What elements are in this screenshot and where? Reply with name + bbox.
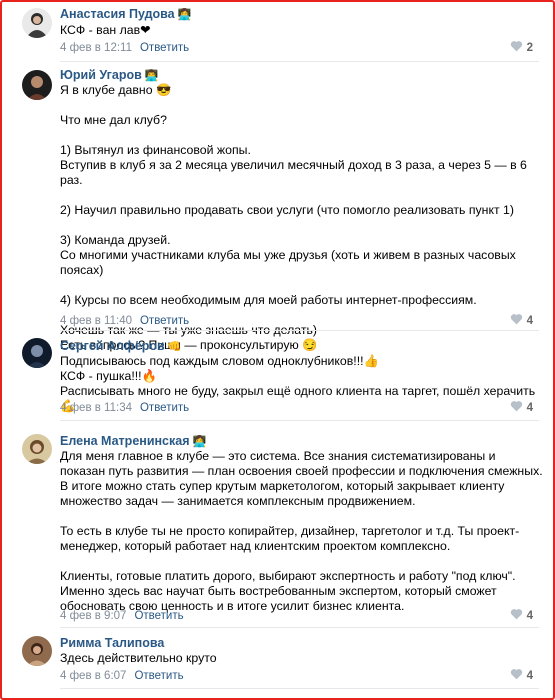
comments-panel: Анастасия Пудова 👩‍💻 КСФ - ван лав❤ 4 фев… xyxy=(0,0,555,700)
divider xyxy=(60,627,539,628)
divider xyxy=(60,330,539,331)
comment-text: Здесь действительно круто xyxy=(60,651,217,665)
comment-meta: 4 фев в 11:34 Ответить xyxy=(60,401,189,415)
like-button[interactable]: 4 xyxy=(510,668,533,683)
divider xyxy=(60,420,539,421)
author-name[interactable]: Юрий Угаров 👨‍💻 xyxy=(60,67,158,84)
reply-link[interactable]: Ответить xyxy=(134,610,183,622)
comment-date[interactable]: 4 фев в 12:11 xyxy=(60,42,132,54)
comment-text: КСФ - ван лав❤ xyxy=(60,23,151,37)
like-button[interactable]: 4 xyxy=(510,608,533,623)
like-count: 4 xyxy=(526,609,533,622)
author-emoji: 👨‍💻 xyxy=(144,70,159,82)
heart-icon xyxy=(510,40,523,55)
comment-date[interactable]: 4 фев в 11:34 xyxy=(60,402,132,414)
divider xyxy=(60,61,539,62)
comment-item: Юрий Угаров 👨‍💻 Я в клубе давно 😎 Что мне… xyxy=(2,64,553,352)
comment-date[interactable]: 4 фев в 11:40 xyxy=(60,315,132,327)
author-name[interactable]: Анастасия Пудова 👩‍💻 xyxy=(60,6,191,23)
like-count: 4 xyxy=(526,669,533,682)
comment-item: Анастасия Пудова 👩‍💻 КСФ - ван лав❤ 4 фев… xyxy=(2,2,553,64)
heart-icon xyxy=(510,668,523,683)
avatar[interactable] xyxy=(22,8,52,38)
comment-item: Римма Талипова Здесь действительно круто… xyxy=(2,632,553,698)
comment-meta: 4 фев в 11:40 Ответить xyxy=(60,314,189,328)
reply-link[interactable]: Ответить xyxy=(134,670,183,682)
like-count: 2 xyxy=(526,41,533,54)
author-emoji: 👩‍💻 xyxy=(192,436,207,448)
heart-icon xyxy=(510,313,523,328)
author-emoji: 👊 xyxy=(167,341,182,353)
author-name[interactable]: Сергей Алфёров 👊 xyxy=(60,338,181,355)
reply-link[interactable]: Ответить xyxy=(140,42,189,54)
comment-item: Сергей Алфёров 👊 Подписываюсь под каждым … xyxy=(2,334,553,426)
comment-date[interactable]: 4 фев в 9:07 xyxy=(60,610,126,622)
avatar[interactable] xyxy=(22,434,52,464)
author-name[interactable]: Елена Матренинская 👩‍💻 xyxy=(60,433,206,450)
divider xyxy=(60,688,539,689)
like-count: 4 xyxy=(526,314,533,327)
reply-link[interactable]: Ответить xyxy=(140,315,189,327)
comment-meta: 4 фев в 6:07 Ответить xyxy=(60,669,184,683)
avatar[interactable] xyxy=(22,70,52,100)
avatar[interactable] xyxy=(22,636,52,666)
like-count: 4 xyxy=(526,401,533,414)
author-emoji: 👩‍💻 xyxy=(177,9,192,21)
comment-meta: 4 фев в 12:11 Ответить xyxy=(60,41,189,55)
comment-date[interactable]: 4 фев в 6:07 xyxy=(60,670,126,682)
comment-text: Я в клубе давно 😎 Что мне дал клуб? 1) В… xyxy=(60,83,527,352)
comment-item: Елена Матренинская 👩‍💻 Для меня главное в… xyxy=(2,430,553,630)
comment-meta: 4 фев в 9:07 Ответить xyxy=(60,609,184,623)
heart-icon xyxy=(510,608,523,623)
like-button[interactable]: 2 xyxy=(510,40,533,55)
author-name[interactable]: Римма Талипова xyxy=(60,635,167,652)
heart-icon xyxy=(510,400,523,415)
like-button[interactable]: 4 xyxy=(510,313,533,328)
comment-text: Для меня главное в клубе — это система. … xyxy=(60,449,543,613)
like-button[interactable]: 4 xyxy=(510,400,533,415)
avatar[interactable] xyxy=(22,338,52,368)
reply-link[interactable]: Ответить xyxy=(140,402,189,414)
